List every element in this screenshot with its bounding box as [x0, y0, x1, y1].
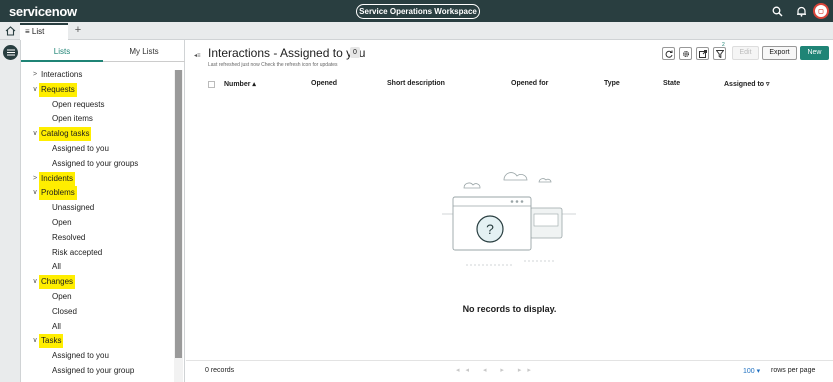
- tree-item-label: Assigned to you: [52, 144, 109, 153]
- user-avatar[interactable]: ▢: [813, 3, 829, 19]
- tree-item[interactable]: All: [21, 320, 173, 334]
- export-button[interactable]: Export: [762, 46, 797, 60]
- chevron-down-icon[interactable]: ∨: [31, 127, 39, 141]
- bell-icon[interactable]: [794, 4, 808, 18]
- empty-state-illustration: ?: [442, 172, 576, 266]
- tab-my-lists[interactable]: My Lists: [103, 44, 185, 62]
- tab-list[interactable]: ≡ List: [20, 23, 68, 40]
- column-number[interactable]: Number ▴: [224, 80, 256, 88]
- tree-item[interactable]: Open: [21, 290, 173, 304]
- tree-item-label: Open: [52, 292, 72, 301]
- tree-group-catalog-tasks[interactable]: ∨ Catalog tasks: [21, 127, 173, 142]
- records-count: 0 records: [205, 367, 235, 374]
- list-footer: 0 records ◂◂ ◂ ▸ ▸▸ 100 ▾ rows per page: [186, 360, 833, 382]
- tree-item-label: All: [52, 262, 61, 272]
- filter-icon[interactable]: [713, 47, 726, 60]
- workspace-switcher[interactable]: Service Operations Workspace: [356, 4, 480, 19]
- tree-item[interactable]: Open items: [21, 112, 173, 126]
- refresh-icon[interactable]: [662, 47, 675, 60]
- svg-text:?: ?: [486, 221, 494, 237]
- tree-item-label: Unassigned: [52, 203, 95, 213]
- menu-icon[interactable]: [3, 45, 18, 60]
- tab-lists[interactable]: Lists: [21, 44, 103, 62]
- tree-group-problems[interactable]: ∨ Problems: [21, 186, 173, 201]
- servicenow-logo[interactable]: servicenow: [9, 4, 77, 19]
- tab-strip: ≡ List +: [0, 22, 833, 40]
- top-bar: servicenow Service Operations Workspace …: [0, 0, 833, 22]
- tree-item-label: Resolved: [52, 232, 86, 242]
- tree-item[interactable]: Assigned to you: [21, 349, 173, 363]
- main-panel: ◂≡ Interactions - Assigned to you 0 Last…: [186, 40, 833, 382]
- column-short-description[interactable]: Short description: [387, 80, 445, 87]
- page-title: Interactions - Assigned to you: [208, 46, 366, 60]
- tree-item-label: Open: [52, 218, 72, 227]
- rows-per-page-select[interactable]: 100 ▾: [743, 367, 760, 375]
- sidebar-tabs: Lists My Lists: [21, 44, 185, 62]
- tree-item[interactable]: Assigned to your group: [21, 364, 173, 378]
- tree-group-label: Catalog tasks: [39, 127, 92, 142]
- refresh-status: Last refreshed just now Check the refres…: [208, 62, 338, 68]
- new-button[interactable]: New: [800, 46, 829, 60]
- empty-state-message: No records to display.: [462, 304, 557, 314]
- table-header: Number ▴ Opened Short description Opened…: [186, 77, 833, 93]
- gear-icon[interactable]: [679, 47, 692, 60]
- chevron-right-icon[interactable]: >: [31, 68, 39, 82]
- tree-item[interactable]: Unassigned: [21, 201, 173, 215]
- select-all-checkbox[interactable]: [208, 81, 215, 88]
- home-icon[interactable]: [0, 22, 20, 40]
- column-state[interactable]: State: [663, 80, 680, 87]
- tree-group-label: Tasks: [39, 334, 64, 349]
- edit-button[interactable]: Edit: [732, 46, 759, 60]
- tree-group-label: Problems: [39, 186, 77, 201]
- tree-group-label: Interactions: [41, 70, 83, 79]
- tree-item[interactable]: Open: [21, 216, 173, 230]
- tree-item-label: Open requests: [52, 99, 105, 109]
- tree-group-label: Incidents: [39, 171, 76, 186]
- left-rail: [0, 40, 21, 382]
- chevron-down-icon[interactable]: ∨: [31, 334, 39, 348]
- tree-group-incidents[interactable]: > Incidents: [21, 171, 173, 186]
- tree-group-changes[interactable]: ∨ Changes: [21, 275, 173, 290]
- tree-item-label: All: [52, 321, 61, 331]
- record-count-badge: 0: [350, 47, 360, 58]
- sidebar-scrollbar[interactable]: [174, 70, 183, 382]
- tree-item-label: Assigned to you: [52, 351, 109, 361]
- tree-item[interactable]: Assigned to your groups: [21, 157, 173, 171]
- tree-item-label: Assigned to your groups: [52, 158, 139, 168]
- chevron-down-icon[interactable]: ∨: [31, 83, 39, 97]
- tree-group-label: Requests: [39, 82, 77, 97]
- tree-group-interactions[interactable]: > Interactions: [21, 68, 173, 82]
- chevron-down-icon[interactable]: ∨: [31, 275, 39, 289]
- column-type[interactable]: Type: [604, 80, 620, 87]
- chevron-right-icon[interactable]: >: [31, 172, 39, 186]
- tree-item[interactable]: Closed: [21, 305, 173, 319]
- collapse-icon[interactable]: ◂≡: [194, 52, 201, 59]
- tree-group-tasks[interactable]: ∨ Tasks: [21, 334, 173, 349]
- tree-item-label: Risk accepted: [52, 247, 103, 257]
- column-opened-for[interactable]: Opened for: [511, 80, 548, 87]
- tree-item-label: Open items: [52, 114, 93, 124]
- add-tab-button[interactable]: +: [72, 24, 84, 38]
- tree-item-label: Assigned to your group: [52, 366, 135, 375]
- tree-group-requests[interactable]: ∨ Requests: [21, 82, 173, 97]
- tree-group-label: Changes: [39, 275, 76, 290]
- tree-item[interactable]: Risk accepted: [21, 246, 173, 260]
- tree-item[interactable]: Open requests: [21, 98, 173, 112]
- lists-sidebar: Lists My Lists > Interactions ∨ Requests Ope…: [21, 40, 185, 382]
- pagination-controls[interactable]: ◂◂ ◂ ▸ ▸▸: [456, 366, 537, 374]
- tree-item[interactable]: Resolved: [21, 231, 173, 245]
- chevron-down-icon[interactable]: ∨: [31, 186, 39, 200]
- rows-per-page-label: rows per page: [771, 367, 816, 374]
- tree-item[interactable]: All: [21, 260, 173, 274]
- scrollbar-thumb[interactable]: [175, 70, 182, 358]
- tree-item[interactable]: Assigned to you: [21, 142, 173, 156]
- tree-item-label: Closed: [52, 306, 77, 316]
- search-icon[interactable]: [770, 4, 784, 18]
- column-assigned-to[interactable]: Assigned to ▿: [724, 80, 770, 88]
- column-opened[interactable]: Opened: [311, 80, 337, 87]
- export-list-icon[interactable]: [696, 47, 709, 60]
